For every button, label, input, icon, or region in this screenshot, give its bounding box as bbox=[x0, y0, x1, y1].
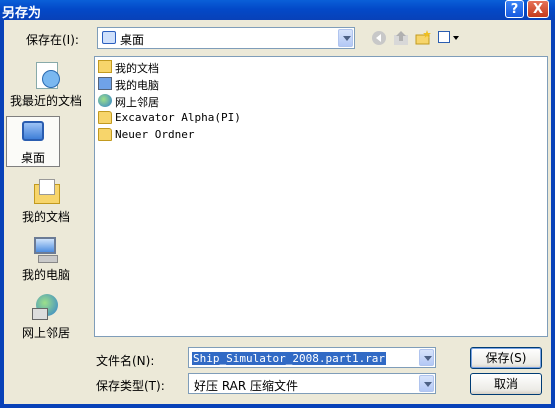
my-computer-icon bbox=[30, 234, 62, 264]
place-network-places[interactable]: 网上邻居 bbox=[4, 292, 88, 341]
filename-value: Ship_Simulator_2008.part1.rar bbox=[192, 352, 387, 365]
places-bar: 我最近的文档 桌面 我的文档 我的电脑 网上邻居 bbox=[4, 56, 88, 386]
folder-icon bbox=[98, 111, 112, 124]
place-label: 我最近的文档 bbox=[9, 94, 82, 108]
place-label: 我的文档 bbox=[21, 210, 70, 224]
filename-label: 文件名(N): bbox=[96, 354, 155, 368]
chevron-down-icon[interactable] bbox=[338, 29, 353, 47]
my-computer-icon bbox=[98, 77, 112, 90]
chevron-down-icon[interactable] bbox=[419, 375, 434, 392]
close-button[interactable]: X bbox=[527, 0, 549, 18]
up-folder-icon[interactable] bbox=[392, 29, 410, 47]
place-my-computer[interactable]: 我的电脑 bbox=[4, 234, 88, 283]
title-bar[interactable]: 另存为 ? X bbox=[0, 0, 555, 21]
view-menu-icon[interactable] bbox=[438, 31, 462, 45]
place-my-documents[interactable]: 我的文档 bbox=[4, 176, 88, 225]
window-border-bottom bbox=[0, 404, 555, 408]
recent-documents-icon bbox=[30, 60, 62, 90]
desktop-icon bbox=[17, 117, 49, 147]
place-desktop[interactable]: 桌面 bbox=[6, 116, 60, 167]
dialog-body: 保存在(I): 桌面 我最近的文档 桌面 我的文档 我的电脑 网上邻居 我的文档… bbox=[4, 20, 551, 404]
place-label: 我的电脑 bbox=[21, 268, 70, 282]
save-in-label: 保存在(I): bbox=[26, 33, 79, 47]
save-in-combo[interactable]: 桌面 bbox=[97, 27, 355, 49]
help-button[interactable]: ? bbox=[505, 0, 524, 18]
filename-value-wrap: Ship_Simulator_2008.part1.rar bbox=[192, 351, 387, 365]
filename-input[interactable]: Ship_Simulator_2008.part1.rar bbox=[188, 347, 436, 368]
window-border-right bbox=[551, 20, 555, 408]
back-icon[interactable] bbox=[370, 29, 388, 47]
place-label: 桌面 bbox=[20, 151, 45, 165]
file-list[interactable]: 我的文档 我的电脑 网上邻居 Excavator Alpha(PI) Neuer… bbox=[94, 56, 548, 337]
network-places-icon bbox=[30, 292, 62, 322]
save-button[interactable]: 保存(S) bbox=[470, 347, 542, 369]
window-title: 另存为 bbox=[2, 6, 42, 21]
filetype-value: 好压 RAR 压缩文件 bbox=[194, 379, 299, 393]
filetype-select[interactable]: 好压 RAR 压缩文件 bbox=[188, 373, 436, 394]
desktop-icon bbox=[102, 31, 116, 44]
filetype-label: 保存类型(T): bbox=[96, 379, 165, 393]
cancel-button[interactable]: 取消 bbox=[470, 373, 542, 395]
folder-icon bbox=[98, 128, 112, 141]
network-places-icon bbox=[98, 94, 112, 107]
save-as-dialog: 另存为 ? X 保存在(I): 桌面 我最近的文档 桌面 我的文档 我的电脑 网… bbox=[0, 0, 555, 408]
chevron-down-icon[interactable] bbox=[419, 349, 434, 366]
place-recent-documents[interactable]: 我最近的文档 bbox=[4, 60, 88, 109]
place-label: 网上邻居 bbox=[21, 326, 70, 340]
my-documents-icon bbox=[30, 176, 62, 206]
new-folder-icon[interactable] bbox=[414, 29, 432, 47]
my-documents-icon bbox=[98, 60, 112, 73]
save-in-value: 桌面 bbox=[120, 33, 145, 47]
